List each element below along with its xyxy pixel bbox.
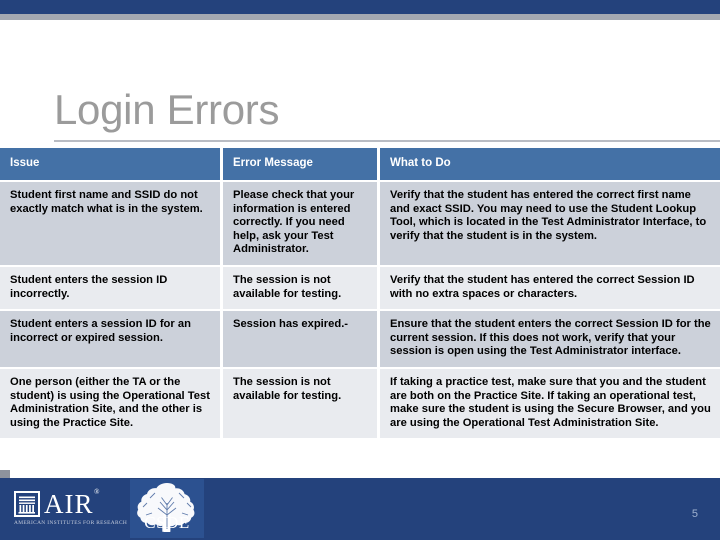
table-row: Student first name and SSID do not exact… (0, 180, 720, 265)
login-errors-table: Issue Error Message What to Do Student f… (0, 148, 720, 439)
table-row: Student enters a session ID for an incor… (0, 309, 720, 367)
air-wordmark-text: AIR (44, 488, 94, 519)
cell-what-to-do: Verify that the student has entered the … (380, 180, 720, 265)
csde-logo: CSDE (130, 479, 204, 538)
air-tagline: AMERICAN INSTITUTES FOR RESEARCH (14, 520, 128, 526)
cell-error-message: Please check that your information is en… (223, 180, 380, 265)
table-row: One person (either the TA or the student… (0, 366, 720, 439)
cell-issue: Student enters a session ID for an incor… (0, 309, 223, 367)
column-header-error-message: Error Message (223, 148, 380, 180)
cell-issue: One person (either the TA or the student… (0, 366, 223, 439)
air-logo: AIR ® AMERICAN INSTITUTES FOR RESEARCH (14, 486, 134, 530)
top-navy-band (0, 0, 720, 14)
page-number: 5 (691, 508, 698, 520)
cell-issue: Student first name and SSID do not exact… (0, 180, 223, 265)
table-row: Student enters the session ID incorrectl… (0, 264, 720, 310)
slide: Login Errors Issue Error Message What to… (0, 0, 720, 540)
cell-what-to-do: Ensure that the student enters the corre… (380, 309, 720, 367)
cell-error-message: The session is not available for testing… (223, 366, 380, 439)
cell-error-message: Session has expired.- (223, 309, 380, 367)
column-header-what-to-do: What to Do (380, 148, 720, 180)
title-divider (54, 140, 720, 142)
column-header-issue: Issue (0, 148, 223, 180)
air-building-icon (14, 491, 40, 517)
cell-what-to-do: If taking a practice test, make sure tha… (380, 366, 720, 439)
air-wordmark: AIR ® (44, 488, 99, 519)
registered-trademark-icon: ® (94, 487, 101, 496)
csde-wordmark: CSDE (144, 513, 190, 532)
page-title: Login Errors (54, 86, 280, 133)
table-header-row: Issue Error Message What to Do (0, 148, 720, 180)
top-gray-band (0, 14, 720, 20)
cell-issue: Student enters the session ID incorrectl… (0, 264, 223, 310)
cell-error-message: The session is not available for testing… (223, 264, 380, 310)
cell-what-to-do: Verify that the student has entered the … (380, 264, 720, 310)
